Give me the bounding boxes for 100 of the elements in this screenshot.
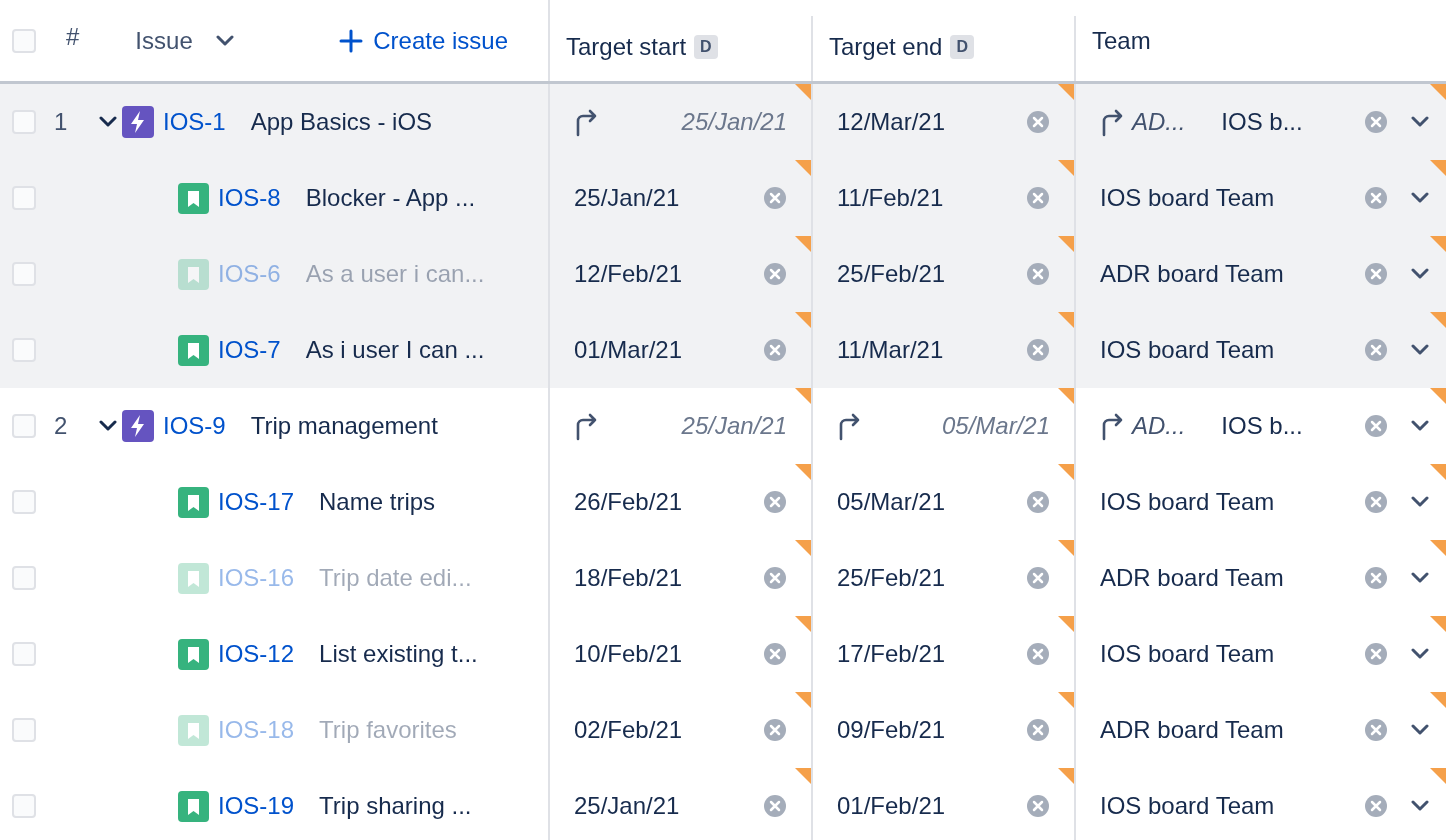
dropdown-chevron-icon[interactable] — [1410, 268, 1430, 280]
dropdown-chevron-icon[interactable] — [1410, 572, 1430, 584]
date-value[interactable]: 25/Feb/21 — [837, 256, 946, 292]
clear-icon[interactable] — [1364, 262, 1388, 286]
row-checkbox[interactable] — [12, 566, 36, 590]
clear-icon[interactable] — [763, 566, 787, 590]
issue-key-link[interactable]: IOS-7 — [218, 332, 281, 368]
expand-chevron-icon[interactable] — [98, 420, 118, 432]
row-checkbox[interactable] — [12, 28, 36, 53]
issue-row[interactable]: IOS-6 As a user i can... 12/Feb/21 25/Feb/21 ADR board Team — [0, 236, 1446, 312]
date-value[interactable]: 10/Feb/21 — [574, 636, 683, 672]
date-value[interactable]: 26/Feb/21 — [574, 484, 683, 520]
issue-row[interactable]: IOS-8 Blocker - App ... 25/Jan/21 11/Feb/21 IOS board Team — [0, 160, 1446, 236]
row-checkbox[interactable] — [12, 262, 36, 286]
clear-icon[interactable] — [763, 718, 787, 742]
team-value[interactable]: ADR board Team — [1100, 560, 1284, 596]
team-value[interactable]: IOS board Team — [1100, 180, 1275, 216]
date-value[interactable]: 18/Feb/21 — [574, 560, 683, 596]
clear-icon[interactable] — [1026, 718, 1050, 742]
row-checkbox[interactable] — [12, 414, 36, 438]
rollup-arrow-icon — [837, 411, 861, 441]
clear-icon[interactable] — [1026, 338, 1050, 362]
clear-icon[interactable] — [763, 186, 787, 210]
issue-key-link[interactable]: IOS-1 — [163, 104, 226, 140]
dropdown-chevron-icon[interactable] — [1410, 724, 1430, 736]
dropdown-chevron-icon[interactable] — [1410, 344, 1430, 356]
clear-icon[interactable] — [1026, 110, 1050, 134]
team-value[interactable]: IOS b... — [1221, 104, 1303, 140]
plus-icon — [339, 28, 364, 53]
dropdown-chevron-icon[interactable] — [1410, 496, 1430, 508]
issue-key-link[interactable]: IOS-19 — [218, 788, 295, 824]
date-value[interactable]: 12/Mar/21 — [837, 104, 946, 140]
row-checkbox[interactable] — [12, 110, 36, 134]
date-value[interactable]: 09/Feb/21 — [837, 712, 946, 748]
date-value[interactable]: 11/Feb/21 — [837, 180, 944, 216]
dropdown-chevron-icon[interactable] — [1410, 420, 1430, 432]
clear-icon[interactable] — [1364, 566, 1388, 590]
issue-key-link[interactable]: IOS-12 — [218, 636, 295, 672]
row-checkbox[interactable] — [12, 794, 36, 818]
column-header[interactable]: Target end — [829, 28, 943, 65]
date-value[interactable]: 01/Mar/21 — [574, 332, 683, 368]
team-value[interactable]: IOS board Team — [1100, 636, 1275, 672]
date-value[interactable]: 25/Feb/21 — [837, 560, 946, 596]
clear-icon[interactable] — [1026, 642, 1050, 666]
clear-icon[interactable] — [763, 490, 787, 514]
clear-icon[interactable] — [1364, 414, 1388, 438]
column-header[interactable]: Target start — [566, 28, 687, 65]
date-value[interactable]: 11/Mar/21 — [837, 332, 944, 368]
dropdown-chevron-icon[interactable] — [1410, 192, 1430, 204]
row-checkbox[interactable] — [12, 186, 36, 210]
row-checkbox[interactable] — [12, 490, 36, 514]
clear-icon[interactable] — [1026, 794, 1050, 818]
clear-icon[interactable] — [763, 642, 787, 666]
issue-key-link[interactable]: IOS-9 — [163, 408, 226, 444]
clear-icon[interactable] — [1364, 338, 1388, 362]
sort-chevron-icon[interactable] — [214, 34, 235, 47]
team-value[interactable]: IOS board Team — [1100, 332, 1275, 368]
dropdown-chevron-icon[interactable] — [1410, 800, 1430, 812]
issue-header[interactable]: Issue — [135, 22, 193, 59]
clear-icon[interactable] — [1026, 186, 1050, 210]
clear-icon[interactable] — [1364, 490, 1388, 514]
team-value[interactable]: ADR board Team — [1100, 256, 1284, 292]
row-checkbox[interactable] — [12, 642, 36, 666]
clear-icon[interactable] — [1364, 186, 1388, 210]
row-checkbox[interactable] — [12, 718, 36, 742]
changed-corner-icon — [1430, 616, 1446, 632]
date-format-badge: D — [694, 34, 718, 59]
date-value[interactable]: 05/Mar/21 — [837, 484, 946, 520]
issue-row[interactable]: IOS-7 As i user I can ... 01/Mar/21 11/Mar/21 IOS board Team — [0, 312, 1446, 388]
date-value[interactable]: 01/Feb/21 — [837, 788, 946, 824]
clear-icon[interactable] — [1364, 718, 1388, 742]
expand-chevron-icon[interactable] — [98, 116, 118, 128]
clear-icon[interactable] — [1026, 262, 1050, 286]
changed-corner-icon — [1058, 160, 1074, 176]
clear-icon[interactable] — [763, 794, 787, 818]
team-value[interactable]: ADR board Team — [1100, 712, 1284, 748]
team-value[interactable]: IOS board Team — [1100, 484, 1275, 520]
team-value[interactable]: IOS b... — [1221, 408, 1303, 444]
clear-icon[interactable] — [1364, 642, 1388, 666]
bookmark-icon — [178, 258, 209, 290]
dropdown-chevron-icon[interactable] — [1410, 116, 1430, 128]
team-value[interactable]: IOS board Team — [1100, 788, 1275, 824]
clear-icon[interactable] — [1364, 794, 1388, 818]
date-value[interactable]: 25/Jan/21 — [574, 788, 680, 824]
date-value[interactable]: 02/Feb/21 — [574, 712, 683, 748]
clear-icon[interactable] — [763, 262, 787, 286]
clear-icon[interactable] — [763, 338, 787, 362]
row-checkbox[interactable] — [12, 338, 36, 362]
clear-icon[interactable] — [1026, 490, 1050, 514]
date-value[interactable]: 12/Feb/21 — [574, 256, 683, 292]
issue-key-link[interactable]: IOS-17 — [218, 484, 295, 520]
date-value[interactable]: 25/Jan/21 — [574, 180, 680, 216]
column-header[interactable]: Team — [1092, 22, 1151, 59]
date-value[interactable]: 17/Feb/21 — [837, 636, 946, 672]
issue-row[interactable]: 1 IOS-1 App Basics - iOS 25/Jan/21 12/Mar/21 AD... IOS b... — [0, 84, 1446, 160]
clear-icon[interactable] — [1364, 110, 1388, 134]
dropdown-chevron-icon[interactable] — [1410, 648, 1430, 660]
create-issue-button[interactable]: Create issue — [339, 22, 508, 59]
clear-icon[interactable] — [1026, 566, 1050, 590]
issue-key-link[interactable]: IOS-8 — [218, 180, 281, 216]
